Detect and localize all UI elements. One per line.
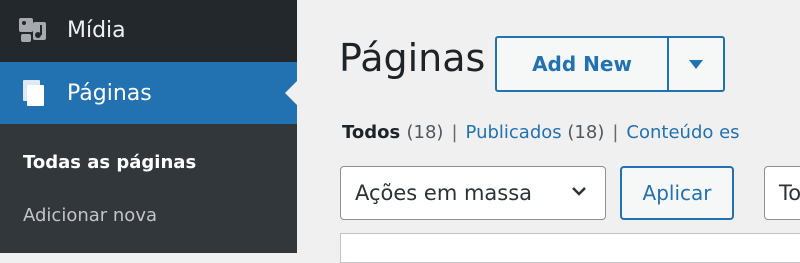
- view-all-label: Todos: [342, 122, 401, 143]
- separator: |: [612, 122, 619, 143]
- bulk-actions-value: Ações em massa: [355, 181, 533, 205]
- sidebar-item-midia[interactable]: Mídia: [0, 0, 297, 60]
- caret-down-icon: [689, 59, 703, 69]
- separator: |: [451, 122, 458, 143]
- add-new-dropdown-toggle[interactable]: [669, 38, 723, 90]
- sidebar-item-label: Páginas: [67, 80, 152, 106]
- page-title: Páginas: [339, 36, 486, 80]
- main-content: Páginas Add New Todos (18) | Publicados (1…: [297, 0, 800, 263]
- view-published-label: Publicados: [465, 122, 562, 143]
- submenu-item-all-pages[interactable]: Todas as páginas: [23, 152, 196, 173]
- apply-button[interactable]: Aplicar: [620, 166, 734, 220]
- chevron-down-icon: [572, 187, 586, 196]
- sidebar-item-paginas[interactable]: Páginas: [0, 62, 297, 124]
- add-new-split-button: Add New: [495, 36, 725, 92]
- admin-sidebar: Mídia Páginas Todas as páginas Adicionar…: [0, 0, 297, 253]
- view-filter-links: Todos (18) | Publicados (18) | Conteúdo es: [342, 122, 740, 143]
- view-published-count: (18): [567, 122, 605, 143]
- media-icon: [19, 18, 46, 42]
- date-filter-value: To: [779, 181, 800, 205]
- submenu-item-add-new[interactable]: Adicionar nova: [23, 205, 157, 226]
- bulk-actions-select[interactable]: Ações em massa: [340, 166, 606, 220]
- pages-submenu: Todas as páginas Adicionar nova: [0, 124, 297, 253]
- view-all-count: (18): [406, 122, 444, 143]
- date-filter-select[interactable]: To: [764, 166, 800, 220]
- view-third-link[interactable]: Conteúdo es: [626, 122, 739, 143]
- pages-table: [340, 233, 800, 263]
- add-new-button[interactable]: Add New: [497, 38, 669, 90]
- sidebar-item-label: Mídia: [67, 17, 126, 43]
- pages-icon: [23, 80, 44, 106]
- current-menu-arrow: [285, 81, 297, 105]
- view-published-link[interactable]: Publicados (18): [466, 122, 605, 143]
- view-all-link[interactable]: Todos (18): [342, 122, 443, 143]
